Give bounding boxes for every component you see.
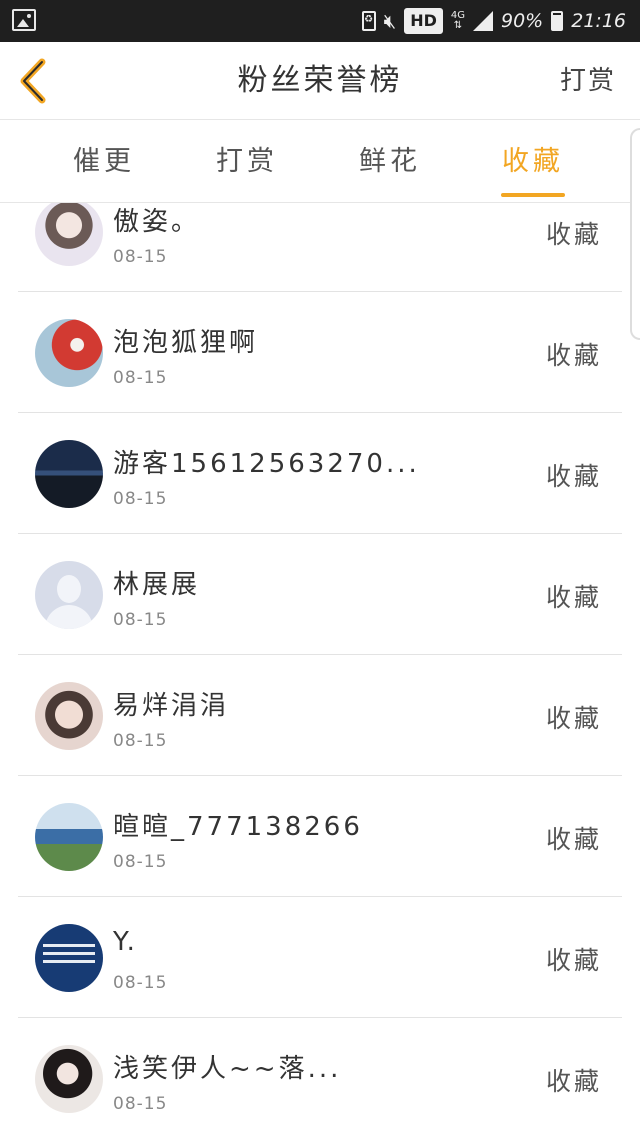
scroll-edge-handle[interactable] xyxy=(630,128,640,340)
user-name: 林展展 xyxy=(113,570,201,600)
avatar[interactable] xyxy=(35,440,103,508)
avatar-stripe xyxy=(43,952,95,955)
user-name: 易烊涓涓 xyxy=(113,691,230,721)
date: 08-15 xyxy=(113,489,168,509)
tab-label: 催更 xyxy=(73,146,135,177)
status-icons: ♻ 🔇︎ HD 4G ⇅ 90% 21:16 xyxy=(361,0,626,42)
tab-favorites[interactable]: 收藏 xyxy=(473,121,593,203)
avatar[interactable] xyxy=(35,924,103,992)
user-name: Y. xyxy=(113,927,138,957)
user-name: 浅笑伊人~~落... xyxy=(113,1054,342,1084)
recycle-icon: ♻ xyxy=(361,11,376,31)
battery-icon xyxy=(551,11,564,31)
default-avatar-body xyxy=(45,605,93,629)
signal-icon xyxy=(473,11,493,31)
action-type: 收藏 xyxy=(545,341,602,370)
tab-urge[interactable]: 催更 xyxy=(44,121,164,203)
action-type: 收藏 xyxy=(545,704,602,733)
tab-label: 鲜花 xyxy=(359,146,421,177)
user-name: 泡泡狐狸啊 xyxy=(113,328,259,358)
list-item[interactable]: 傲姿。 08-15 收藏 xyxy=(0,203,640,292)
list-item[interactable]: 易烊涓涓 08-15 收藏 xyxy=(0,655,640,776)
active-tab-indicator xyxy=(501,193,565,197)
date: 08-15 xyxy=(113,610,168,630)
list-item[interactable]: Y. 08-15 收藏 xyxy=(0,897,640,1018)
tab-bar: 催更 打赏 鲜花 收藏 xyxy=(0,121,640,203)
user-name: 傲姿。 xyxy=(113,207,201,237)
clock: 21:16 xyxy=(571,10,626,32)
user-name: 暄暄_777138266 xyxy=(113,812,363,842)
avatar-stripe xyxy=(43,960,95,963)
tab-label: 打赏 xyxy=(216,146,278,177)
avatar[interactable] xyxy=(35,561,103,629)
action-type: 收藏 xyxy=(545,1067,602,1096)
avatar[interactable] xyxy=(35,319,103,387)
tab-label: 收藏 xyxy=(502,146,564,177)
gallery-icon xyxy=(12,9,36,31)
status-bar: ♻ 🔇︎ HD 4G ⇅ 90% 21:16 xyxy=(0,0,640,42)
battery-percent: 90% xyxy=(501,10,544,32)
reward-button[interactable]: 打赏 xyxy=(560,42,616,120)
date: 08-15 xyxy=(113,368,168,388)
avatar-stripe xyxy=(43,944,95,947)
network-type: 4G ⇅ xyxy=(450,10,465,31)
date: 08-15 xyxy=(113,973,168,993)
action-type: 收藏 xyxy=(545,825,602,854)
app-header: 粉丝荣誉榜 打赏 xyxy=(0,42,640,120)
date: 08-15 xyxy=(113,247,168,267)
action-type: 收藏 xyxy=(545,583,602,612)
hd-badge: HD xyxy=(404,8,443,34)
date: 08-15 xyxy=(113,731,168,751)
tab-reward[interactable]: 打赏 xyxy=(187,121,307,203)
list-item[interactable]: 浅笑伊人~~落... 08-15 收藏 xyxy=(0,1018,640,1138)
action-type: 收藏 xyxy=(545,946,602,975)
tab-flowers[interactable]: 鲜花 xyxy=(330,121,450,203)
date: 08-15 xyxy=(113,1094,168,1114)
page-title: 粉丝荣誉榜 xyxy=(237,63,403,98)
action-type: 收藏 xyxy=(545,220,602,249)
fan-list[interactable]: 傲姿。 08-15 收藏 泡泡狐狸啊 08-15 收藏 游客1561256327… xyxy=(0,203,640,1138)
mute-icon: 🔇︎ xyxy=(383,9,397,33)
list-item[interactable]: 暄暄_777138266 08-15 收藏 xyxy=(0,776,640,897)
list-item[interactable]: 游客15612563270... 08-15 收藏 xyxy=(0,413,640,534)
default-avatar-head xyxy=(57,575,81,603)
avatar[interactable] xyxy=(35,682,103,750)
user-name: 游客15612563270... xyxy=(113,449,420,479)
avatar[interactable] xyxy=(35,1045,103,1113)
list-item[interactable]: 泡泡狐狸啊 08-15 收藏 xyxy=(0,292,640,413)
date: 08-15 xyxy=(113,852,168,872)
avatar[interactable] xyxy=(35,803,103,871)
action-type: 收藏 xyxy=(545,462,602,491)
avatar[interactable] xyxy=(35,203,103,266)
list-item[interactable]: 林展展 08-15 收藏 xyxy=(0,534,640,655)
